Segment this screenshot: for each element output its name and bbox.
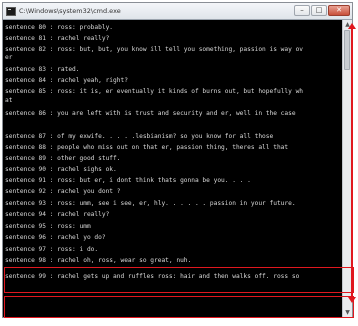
console-line: sentence 95 : ross: umm [5,223,91,230]
console-line: sentence 97 : ross: i do. [5,246,99,253]
window-title: C:\Windows\system32\cmd.exe [19,7,121,15]
console-line: sentence 89 : other good stuff. [5,155,121,162]
maximize-button[interactable]: □ [311,5,327,16]
scroll-thumb[interactable] [344,30,350,70]
close-button[interactable]: ✕ [328,5,350,16]
console-line: sentence 94 : rachel really? [5,211,110,218]
highlight-box-bottom [4,296,354,318]
title-bar[interactable]: C:\Windows\system32\cmd.exe – □ ✕ [3,3,352,20]
console-line: sentence 83 : rated. [5,66,80,73]
highlight-box-line [4,267,354,293]
console-line: sentence 88 : people who miss out on tha… [5,144,289,151]
console-line: sentence 90 : rachel sighs ok. [5,166,117,173]
console-line: sentence 80 : ross: probably. [5,24,114,31]
console-line: sentence 84 : rachel yeah, right? [5,77,128,84]
console-line: sentence 96 : rachel yo do? [5,234,106,241]
scroll-range-arrow [348,23,356,303]
console-line: sentence 87 : of my exwife. . . . .lesbi… [5,133,274,140]
console-line: sentence 86 : you are left with is trust… [5,110,296,117]
cmd-icon [6,6,16,16]
figure-caption: —대사에 감정 레이블 추가 전— [8,319,89,326]
minimize-button[interactable]: – [294,5,310,16]
console-line: at [5,97,13,104]
console-line: sentence 85 : ross: it is, er eventually… [5,88,304,95]
console-line: sentence 82 : ross: but, but, you know i… [5,46,304,53]
console-line: sentence 93 : ross: umm, see i see, er, … [5,200,296,207]
console-line: sentence 98 : rachel oh, ross, wear so g… [5,257,192,264]
console-line: sentence 92 : rachel you dont ? [5,188,121,195]
console-line: sentence 81 : rachel really? [5,35,110,42]
console-line: er [5,54,13,61]
console-line: sentence 91 : ross: but er, i dont think… [5,177,251,184]
